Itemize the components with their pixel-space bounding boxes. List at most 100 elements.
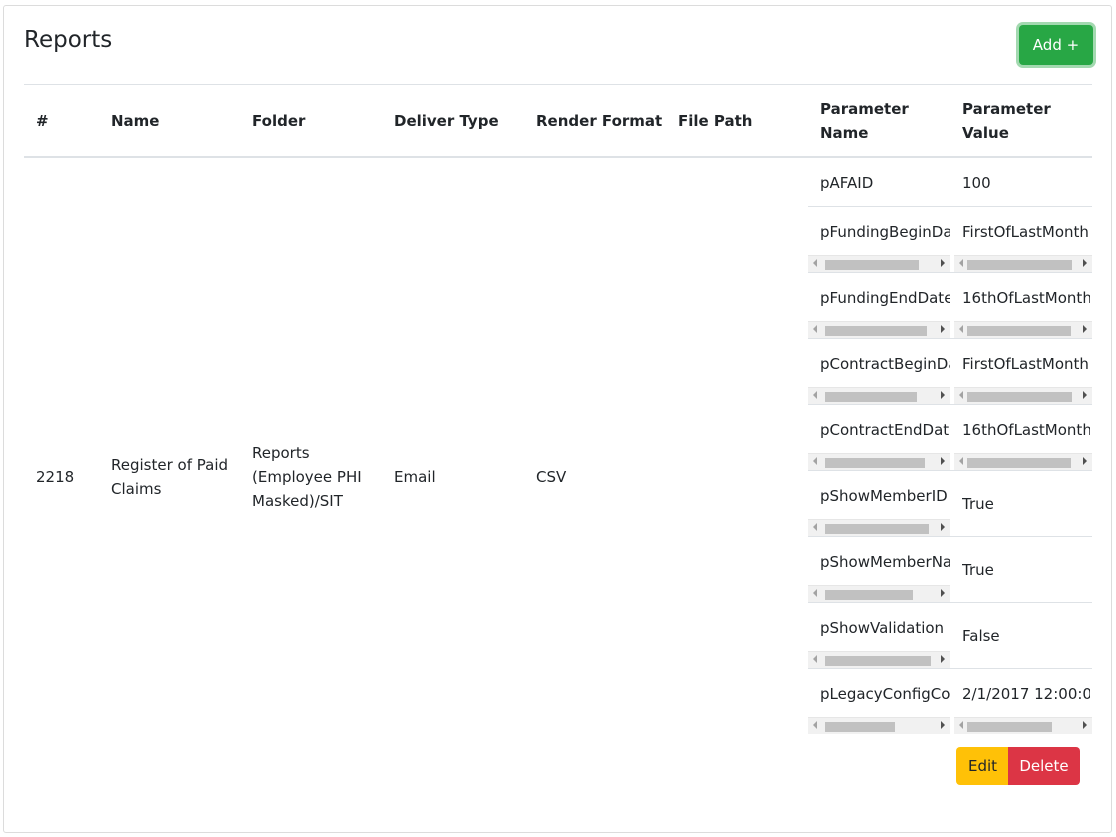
scrollbar-thumb[interactable] (825, 656, 931, 666)
parameter-name: pShowMemberID (820, 487, 948, 505)
parameter-row: pShowMemberID True (808, 471, 1092, 537)
scroll-right-icon[interactable] (941, 325, 945, 333)
parameter-row: pShowValidation False (808, 603, 1092, 669)
scroll-right-icon[interactable] (1083, 391, 1087, 399)
scroll-right-icon[interactable] (941, 457, 945, 465)
parameter-name: pLegacyConfigCompare (820, 685, 950, 703)
scroll-left-icon[interactable] (813, 259, 817, 267)
header-deliver-type: Deliver Type (394, 112, 499, 130)
scrollbar-thumb[interactable] (825, 326, 927, 336)
scrollbar-thumb[interactable] (825, 458, 925, 468)
scroll-left-icon[interactable] (813, 325, 817, 333)
header-render-format: Render Format (536, 112, 663, 130)
parameter-row: pAFAID 100 (808, 157, 1092, 207)
scrollbar-thumb[interactable] (967, 392, 1072, 402)
header-parameter-value: Parameter Value (962, 97, 1051, 145)
parameter-row: pShowMemberName True (808, 537, 1092, 603)
name-scrollbar[interactable] (808, 321, 950, 338)
parameter-value: True (962, 561, 994, 579)
scroll-left-icon[interactable] (813, 589, 817, 597)
parameter-row: pFundingEndDate 16thOfLastMonth (808, 273, 1092, 339)
scroll-left-icon[interactable] (959, 391, 963, 399)
cell-folder-line2: (Employee PHI (252, 468, 362, 486)
value-scrollbar[interactable] (954, 717, 1092, 734)
parameter-value: 16thOfLastMonth (962, 289, 1090, 307)
divider (24, 84, 1092, 85)
header-parameter-name: Parameter Name (820, 97, 909, 145)
delete-button[interactable]: Delete (1008, 747, 1080, 785)
page-title: Reports (24, 27, 113, 53)
scrollbar-thumb[interactable] (967, 260, 1072, 270)
parameter-name: pShowMemberName (820, 553, 950, 571)
scroll-right-icon[interactable] (1083, 325, 1087, 333)
parameter-value: FirstOfLastMonth (962, 223, 1089, 241)
name-scrollbar[interactable] (808, 519, 950, 536)
scrollbar-thumb[interactable] (967, 326, 1071, 336)
scroll-left-icon[interactable] (813, 391, 817, 399)
value-scrollbar[interactable] (954, 387, 1092, 404)
scrollbar-thumb[interactable] (967, 458, 1071, 468)
cell-name: Register of Paid Claims (111, 453, 228, 501)
name-scrollbar[interactable] (808, 387, 950, 404)
parameter-value: 100 (962, 174, 991, 192)
parameter-value: FirstOfLastMonth (962, 355, 1089, 373)
parameter-name: pFundingEndDate (820, 289, 950, 307)
scroll-left-icon[interactable] (813, 721, 817, 729)
scrollbar-thumb[interactable] (825, 392, 917, 402)
header-parameter-name-line2: Name (820, 124, 869, 142)
parameter-name: pFundingBeginDate (820, 223, 950, 241)
scroll-right-icon[interactable] (941, 721, 945, 729)
header-parameter-value-line1: Parameter (962, 100, 1051, 118)
scroll-left-icon[interactable] (959, 259, 963, 267)
scroll-right-icon[interactable] (941, 655, 945, 663)
cell-num: 2218 (36, 468, 75, 486)
parameter-value: True (962, 495, 994, 513)
scroll-left-icon[interactable] (813, 457, 817, 465)
name-scrollbar[interactable] (808, 717, 950, 734)
header-parameter-value-line2: Value (962, 124, 1009, 142)
parameter-row: pLegacyConfigCompare 2/1/2017 12:00:00 A… (808, 669, 1092, 735)
parameter-name: pShowValidation (820, 619, 945, 637)
parameter-value: 2/1/2017 12:00:00 AM (962, 685, 1090, 703)
scroll-right-icon[interactable] (941, 259, 945, 267)
scrollbar-thumb[interactable] (825, 590, 913, 600)
parameter-value: 16thOfLastMonth (962, 421, 1090, 439)
parameter-name: pContractBeginDate (820, 355, 950, 373)
cell-name-line2: Claims (111, 480, 162, 498)
header-parameter-name-line1: Parameter (820, 100, 909, 118)
add-report-button[interactable]: Add + (1019, 25, 1093, 65)
scroll-left-icon[interactable] (959, 457, 963, 465)
scrollbar-thumb[interactable] (825, 524, 929, 534)
header-name: Name (111, 112, 160, 130)
cell-folder-line3: Masked)/SIT (252, 492, 343, 510)
scroll-right-icon[interactable] (1083, 259, 1087, 267)
value-scrollbar[interactable] (954, 255, 1092, 272)
parameter-row: pFundingBeginDate FirstOfLastMonth (808, 207, 1092, 273)
name-scrollbar[interactable] (808, 651, 950, 668)
scrollbar-thumb[interactable] (967, 722, 1052, 732)
scroll-left-icon[interactable] (959, 721, 963, 729)
name-scrollbar[interactable] (808, 255, 950, 272)
scroll-left-icon[interactable] (813, 655, 817, 663)
scroll-right-icon[interactable] (941, 523, 945, 531)
value-scrollbar[interactable] (954, 453, 1092, 470)
header-file-path: File Path (678, 112, 753, 130)
scrollbar-thumb[interactable] (825, 260, 919, 270)
cell-name-line1: Register of Paid (111, 456, 229, 474)
cell-folder: Reports (Employee PHI Masked)/SIT (252, 441, 362, 513)
scroll-right-icon[interactable] (1083, 457, 1087, 465)
edit-button[interactable]: Edit (956, 747, 1009, 785)
scroll-right-icon[interactable] (941, 391, 945, 399)
scroll-right-icon[interactable] (1083, 721, 1087, 729)
name-scrollbar[interactable] (808, 585, 950, 602)
parameter-value: False (962, 627, 1000, 645)
scrollbar-thumb[interactable] (825, 722, 895, 732)
parameter-row: pContractEndDate 16thOfLastMonth (808, 405, 1092, 471)
scroll-right-icon[interactable] (941, 589, 945, 597)
scroll-left-icon[interactable] (959, 325, 963, 333)
cell-deliver-type: Email (394, 468, 436, 486)
name-scrollbar[interactable] (808, 453, 950, 470)
scroll-left-icon[interactable] (813, 523, 817, 531)
value-scrollbar[interactable] (954, 321, 1092, 338)
cell-folder-line1: Reports (252, 444, 310, 462)
